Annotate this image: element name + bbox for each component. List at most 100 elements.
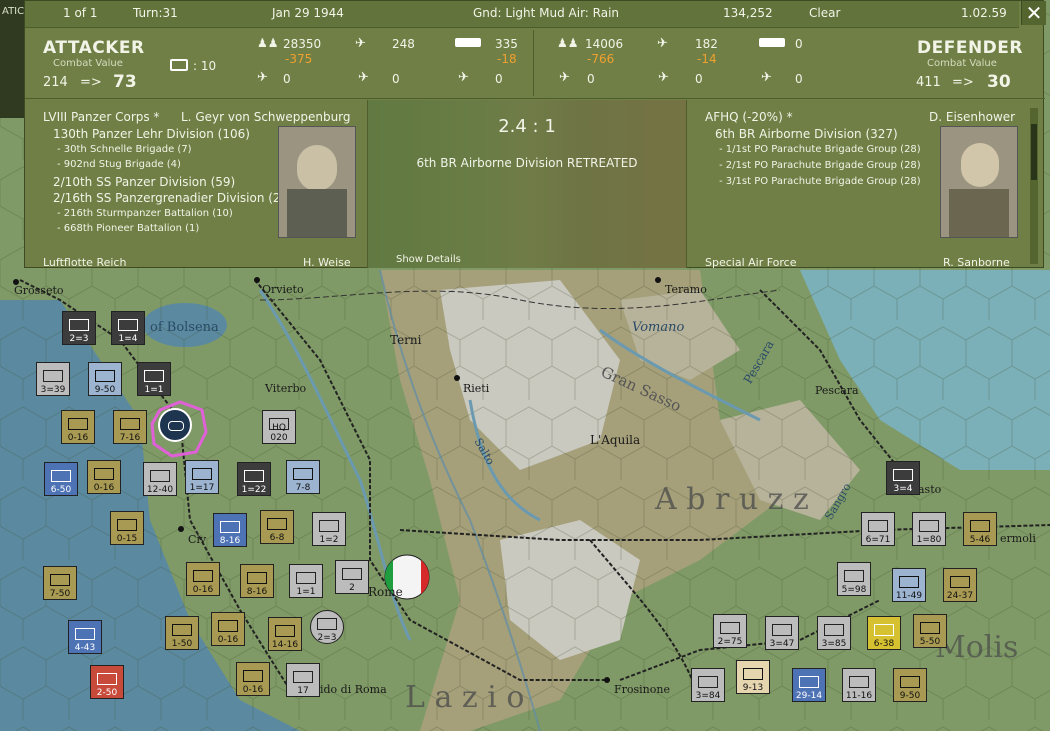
defender-commander: D. Eisenhower (929, 110, 1016, 124)
attacker-cv-from: 214 (43, 75, 68, 90)
fighter-icon: ✈ (257, 70, 268, 85)
unit-counter[interactable]: 9-50 (893, 668, 927, 702)
unit-counter[interactable]: 2-50 (90, 665, 124, 699)
defender-hq: AFHQ (-20%) * (705, 110, 793, 124)
unit-line: 2/10th SS Panzer Division (59) (53, 175, 236, 189)
unit-counter[interactable]: 8-16 (213, 513, 247, 547)
attacker-men-loss: -375 (285, 52, 313, 66)
attacker-fighters: 0 (283, 72, 291, 86)
close-button[interactable]: ✕ (1021, 1, 1046, 25)
unit-counter[interactable]: 1=1 (289, 564, 323, 598)
unit-counter[interactable]: 1-50 (165, 616, 199, 650)
unit-counter[interactable]: 11-49 (892, 568, 926, 602)
unit-counter[interactable]: 6-50 (44, 462, 78, 496)
weather-label: Clear (809, 6, 841, 20)
map-label-viterbo: Viterbo (265, 382, 307, 395)
transport-plane-icon: ✈ (761, 70, 772, 85)
scrollbar-thumb[interactable] (1031, 124, 1037, 180)
unit-counter[interactable]: 1=4 (111, 311, 145, 345)
map-label-termoli: ermoli (1000, 532, 1036, 545)
points-label: 134,252 (723, 6, 773, 20)
unit-counter[interactable]: 9-50 (88, 362, 122, 396)
map-label-rieti: Rieti (463, 382, 490, 395)
unit-counter[interactable]: 8-16 (240, 564, 274, 598)
defender-air: 182 (695, 37, 718, 51)
map-label-terni: Terni (390, 333, 422, 347)
unit-counter[interactable]: 4-43 (68, 620, 102, 654)
show-details-link[interactable]: Show Details (396, 254, 461, 265)
unit-counter[interactable]: 2=75 (713, 614, 747, 648)
transport-plane-icon: ✈ (458, 70, 469, 85)
unit-line: 2/16th SS Panzergrenadier Division (26) (53, 191, 293, 205)
map-label-vomano: Vomano (632, 320, 685, 335)
unit-counter[interactable]: 1=17 (185, 460, 219, 494)
defender-bombers: 0 (695, 72, 703, 86)
map-label-laquila: L'Aquila (590, 433, 641, 447)
unit-counter[interactable]: 3=85 (817, 616, 851, 650)
unit-counter[interactable]: 1=80 (912, 512, 946, 546)
unit-counter[interactable]: 5-46 (963, 512, 997, 546)
unit-counter[interactable]: 11-16 (842, 668, 876, 702)
scrollbar[interactable] (1030, 108, 1038, 264)
unit-counter[interactable]: 2 (335, 560, 369, 594)
unit-counter[interactable]: 3=47 (765, 616, 799, 650)
unit-counter[interactable]: 1=1 (137, 362, 171, 396)
map-label-abruzzi: A b r u z z (655, 482, 809, 517)
unit-counter[interactable]: 7-8 (286, 460, 320, 494)
unit-counter[interactable]: 0-16 (61, 410, 95, 444)
unit-counter[interactable]: 14-16 (268, 617, 302, 651)
tank-icon (168, 421, 184, 431)
unit-count-icon (170, 59, 188, 71)
unit-counter[interactable]: 0-16 (87, 460, 121, 494)
attacker-men: 28350 (283, 37, 322, 51)
unit-counter[interactable]: 29-14 (792, 668, 826, 702)
unit-counter[interactable]: 0-16 (211, 612, 245, 646)
selected-unit-marker[interactable] (158, 408, 192, 442)
tank-icon (759, 38, 785, 47)
defender-cv-label: Combat Value (927, 58, 997, 69)
unit-line: 130th Panzer Lehr Division (106) (53, 127, 250, 141)
attacker-tanks: 335 (495, 37, 518, 51)
unit-counter[interactable]: 6-38 (867, 616, 901, 650)
unit-counter[interactable]: 9-13 (736, 660, 770, 694)
unit-counter[interactable]: 0-15 (110, 511, 144, 545)
unit-counter[interactable]: 3=84 (691, 668, 725, 702)
unit-counter[interactable]: 3=4 (886, 461, 920, 495)
unit-counter[interactable]: HQ 020 (262, 410, 296, 444)
unit-counter[interactable]: 12-40 (143, 462, 177, 496)
tank-icon (455, 38, 481, 47)
attacker-cv-to: 73 (113, 72, 137, 92)
defender-air-loss: -14 (697, 52, 717, 66)
unit-counter[interactable]: 0-16 (236, 662, 270, 696)
attacker-commander: L. Geyr von Schweppenburg (181, 110, 351, 124)
map-label-teramo: Teramo (665, 283, 707, 296)
version-label: 1.02.59 (961, 6, 1007, 20)
unit-counter[interactable]: 1=22 (237, 462, 271, 496)
city-marker (655, 277, 661, 283)
unit-counter[interactable]: 2=3 (310, 610, 344, 644)
attacker-next-commander: H. Weise (303, 256, 351, 268)
city-marker (604, 677, 610, 683)
status-bar: 1 of 1 Turn:31 Jan 29 1944 Gnd: Light Mu… (25, 1, 1019, 28)
unit-counter[interactable]: 5=98 (837, 562, 871, 596)
defender-next-hq: Special Air Force (705, 256, 797, 268)
attacker-unit-count: : 10 (193, 59, 217, 73)
unit-counter[interactable]: 17 (286, 663, 320, 697)
combat-outcome: 2.4 : 1 6th BR Airborne Division RETREAT… (368, 100, 686, 268)
unit-counter[interactable]: 0-16 (186, 562, 220, 596)
unit-counter[interactable]: 5-50 (913, 614, 947, 648)
unit-counter[interactable]: 1=2 (312, 512, 346, 546)
unit-counter[interactable]: 2=3 (62, 311, 96, 345)
unit-line: - 1/1st PO Parachute Brigade Group (28) (719, 144, 921, 155)
unit-counter[interactable]: 6=71 (861, 512, 895, 546)
sides-divider (533, 30, 534, 96)
attacker-tanks-loss: -18 (497, 52, 517, 66)
unit-counter[interactable]: 24-37 (943, 568, 977, 602)
unit-counter[interactable]: 3=39 (36, 362, 70, 396)
bomber-icon: ✈ (358, 70, 369, 85)
unit-counter[interactable]: 7-50 (43, 566, 77, 600)
unit-counter[interactable]: 7-16 (113, 410, 147, 444)
infantry-icon: ♟♟ (557, 36, 579, 50)
defender-men: 14006 (585, 37, 624, 51)
unit-counter[interactable]: 6-8 (260, 510, 294, 544)
